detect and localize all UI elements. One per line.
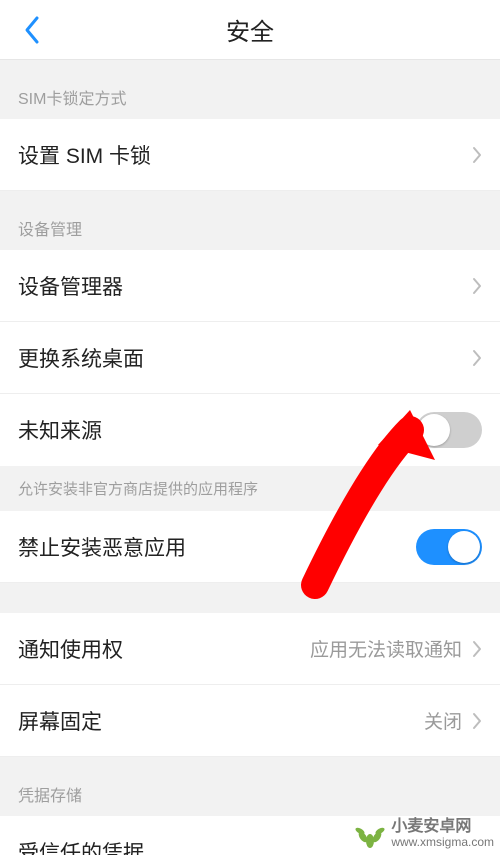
row-unknown-sources[interactable]: 未知来源 (0, 394, 500, 466)
section-header-device: 设备管理 (0, 191, 500, 250)
chevron-right-icon (472, 146, 482, 164)
row-value: 应用无法读取通知 (310, 635, 462, 662)
page-title: 安全 (226, 12, 274, 47)
row-label: 通知使用权 (18, 634, 310, 664)
chevron-right-icon (472, 349, 482, 367)
chevron-right-icon (472, 712, 482, 730)
row-sim-lock[interactable]: 设置 SIM 卡锁 (0, 119, 500, 191)
row-change-launcher[interactable]: 更换系统桌面 (0, 322, 500, 394)
row-label: 屏幕固定 (18, 706, 424, 736)
chevron-right-icon (472, 640, 482, 658)
toggle-block-malware[interactable] (416, 529, 482, 565)
header-bar: 安全 (0, 0, 500, 60)
row-device-admin[interactable]: 设备管理器 (0, 250, 500, 322)
watermark: 小麦安卓网 www.xmsigma.com (355, 818, 494, 849)
note-unknown-sources: 允许安装非官方商店提供的应用程序 (0, 466, 500, 511)
toggle-unknown-sources[interactable] (416, 412, 482, 448)
row-notification-access[interactable]: 通知使用权 应用无法读取通知 (0, 613, 500, 685)
row-label: 未知来源 (18, 415, 416, 445)
row-label: 更换系统桌面 (18, 343, 472, 373)
section-header-sim: SIM卡锁定方式 (0, 60, 500, 119)
section-header-credentials: 凭据存储 (0, 757, 500, 816)
chevron-right-icon (472, 277, 482, 295)
back-button[interactable] (12, 0, 52, 60)
spacer (0, 583, 500, 613)
row-value: 关闭 (424, 707, 462, 734)
back-icon (23, 15, 41, 45)
toggle-knob (448, 531, 480, 563)
logo-icon (355, 819, 385, 849)
toggle-knob (418, 414, 450, 446)
row-label: 设备管理器 (18, 271, 472, 301)
watermark-title: 小麦安卓网 (391, 818, 471, 836)
row-block-malware[interactable]: 禁止安装恶意应用 (0, 511, 500, 583)
watermark-url: www.xmsigma.com (391, 836, 494, 849)
row-label: 设置 SIM 卡锁 (18, 140, 472, 170)
row-label: 禁止安装恶意应用 (18, 532, 416, 562)
row-screen-pinning[interactable]: 屏幕固定 关闭 (0, 685, 500, 757)
